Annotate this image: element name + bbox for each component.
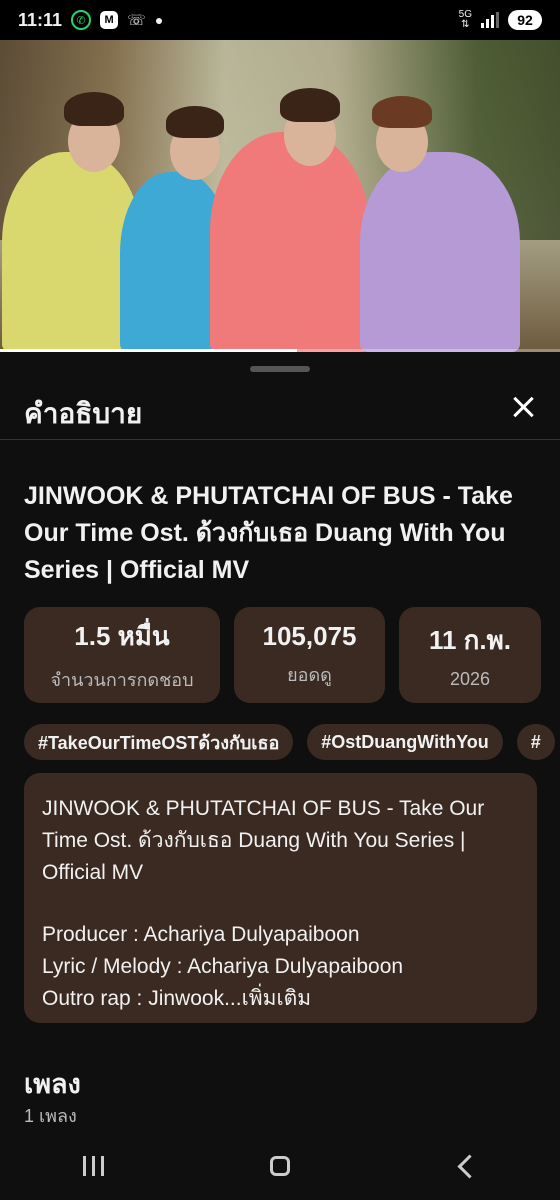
video-hair — [280, 88, 340, 122]
year-label: 2026 — [449, 669, 491, 689]
drag-handle[interactable] — [250, 366, 310, 372]
status-bar-right: 5G ⇅ 92 — [459, 10, 542, 30]
hashtag-chip[interactable]: #OstDuangWithYou — [307, 724, 503, 760]
system-nav-bar — [0, 1132, 560, 1200]
sheet-title: คำอธิบาย — [24, 398, 143, 429]
producer-line: Producer : Achariya Dulyapaiboon — [42, 923, 360, 946]
back-button[interactable] — [437, 1146, 497, 1186]
home-icon — [269, 1156, 290, 1176]
signal-icon — [481, 12, 499, 28]
hashtag-chip[interactable]: #TakeOurTimeOSTด้วงกับเธอ — [24, 724, 294, 760]
home-button[interactable] — [250, 1146, 310, 1186]
sheet-header: คำอธิบาย — [0, 382, 560, 440]
views-stat: 105,075 ยอดดู — [234, 607, 385, 703]
video-hair — [372, 96, 432, 128]
likes-stat: 1.5 หมื่น จำนวนการกดชอบ — [24, 607, 220, 703]
video-hair — [64, 92, 124, 126]
description-text: JINWOOK & PHUTATCHAI OF BUS - Take Our T… — [42, 797, 485, 884]
views-value: 105,075 — [262, 621, 357, 651]
whatsapp-icon: ✆ — [71, 10, 92, 30]
outro-line: Outro rap : Jinwook...เพิ่มเติม — [42, 983, 519, 1015]
missed-call-icon: ☏ — [127, 12, 146, 29]
video-hair — [166, 106, 224, 138]
notification-dot-icon: ● — [154, 12, 164, 28]
battery-icon: 92 — [508, 10, 542, 30]
views-label: ยอดดู — [287, 665, 332, 685]
date-stat: 11 ก.พ. 2026 — [399, 607, 541, 703]
video-figure-purple — [360, 152, 520, 352]
description-box[interactable]: JINWOOK & PHUTATCHAI OF BUS - Take Our T… — [24, 773, 537, 1023]
status-bar-left: 11:11 ✆ M ☏ ● — [18, 10, 163, 31]
status-bar: 11:11 ✆ M ☏ ● 5G ⇅ 92 — [0, 0, 560, 40]
outro-text: Outro rap : Jinwook — [42, 987, 225, 1010]
back-icon — [457, 1153, 482, 1179]
network-type: 5G ⇅ — [458, 9, 472, 30]
recent-apps-icon[interactable] — [63, 1146, 123, 1186]
m-app-icon: M — [100, 11, 119, 29]
date-value: 11 ก.พ. — [428, 625, 512, 655]
hashtag-chip[interactable]: # — [516, 724, 555, 760]
video-player[interactable] — [0, 40, 560, 352]
clock: 11:11 — [18, 9, 63, 30]
songs-section-title: เพลง — [24, 1069, 81, 1099]
description-sheet: คำอธิบาย JINWOOK & PHUTATCHAI OF BUS - T… — [0, 352, 560, 1132]
video-figure-pink — [210, 132, 370, 352]
songs-count: 1 เพลง — [24, 1106, 77, 1126]
stats-row: 1.5 หมื่น จำนวนการกดชอบ 105,075 ยอดดู 11… — [24, 607, 541, 703]
show-more-link[interactable]: ...เพิ่มเติม — [224, 987, 311, 1010]
video-title: JINWOOK & PHUTATCHAI OF BUS - Take Our T… — [24, 482, 513, 584]
lyric-line: Lyric / Melody : Achariya Dulyapaiboon — [42, 955, 404, 978]
hashtag-row: #TakeOurTimeOSTด้วงกับเธอ #OstDuangWithY… — [24, 724, 555, 760]
likes-label: จำนวนการกดชอบ — [50, 670, 194, 690]
close-icon[interactable] — [508, 392, 538, 422]
likes-value: 1.5 หมื่น — [74, 621, 170, 651]
